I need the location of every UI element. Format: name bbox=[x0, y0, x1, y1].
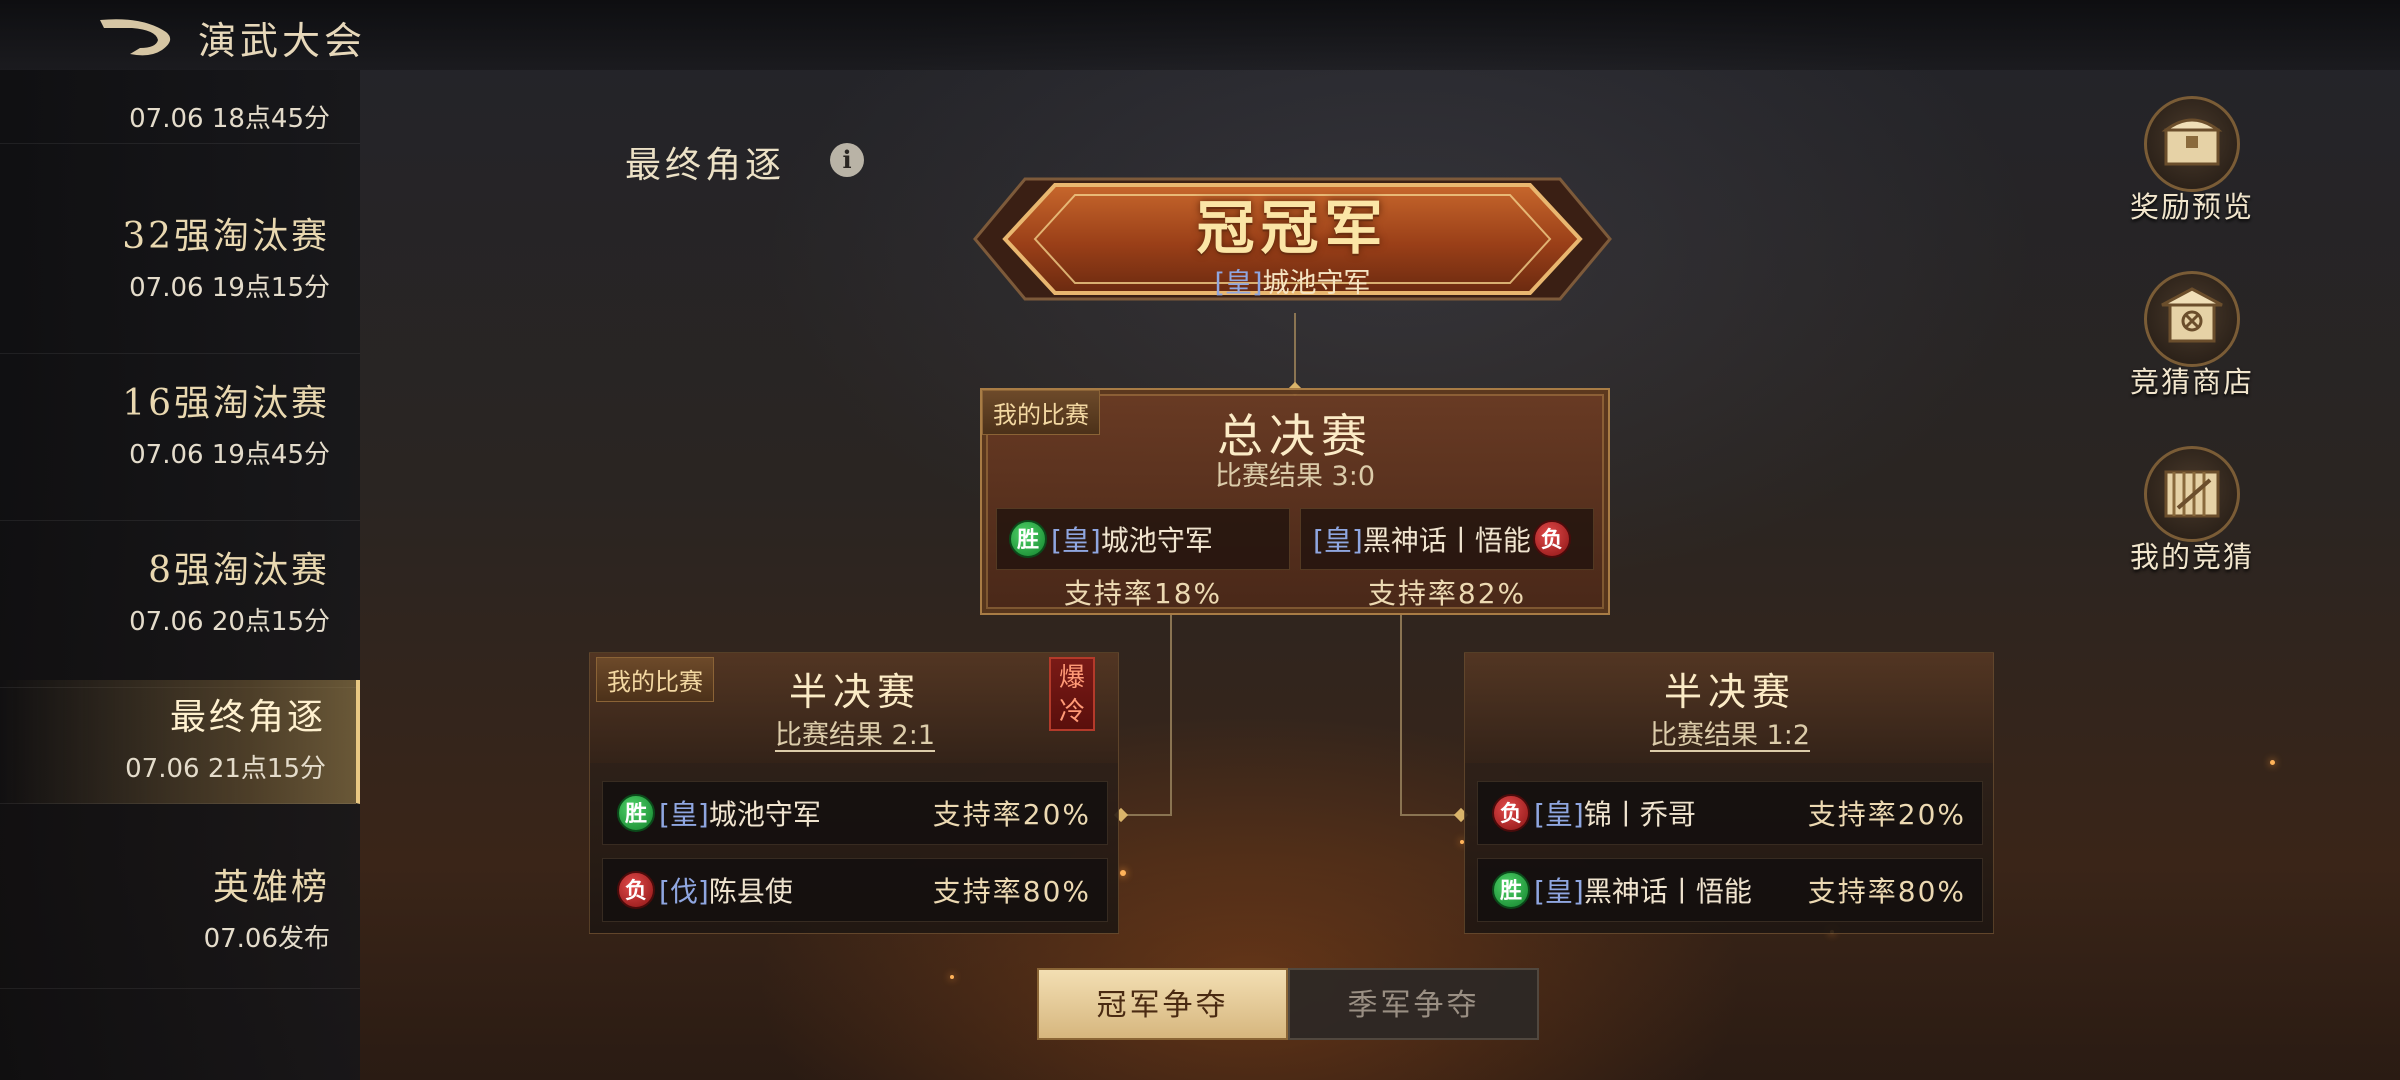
guild-tag: [皇] bbox=[1313, 524, 1363, 557]
support-rate: 支持率20% bbox=[1807, 798, 1966, 831]
sidebar-item-time: 07.06 19点15分 bbox=[129, 273, 330, 303]
info-icon[interactable]: i bbox=[830, 143, 864, 177]
win-badge-icon: 胜 bbox=[1009, 520, 1047, 558]
final-team-right[interactable]: [皇] 黑神话丨悟能 负 bbox=[1300, 508, 1594, 570]
sidebar-item-label: 最终角逐 bbox=[169, 697, 326, 738]
lose-badge-icon: 负 bbox=[1532, 520, 1571, 558]
sidebar-item-hero-ranking[interactable]: 英雄榜 07.06发布 bbox=[0, 822, 360, 989]
sidebar-item-label: 英雄榜 bbox=[212, 867, 330, 908]
sidebar-item-previous[interactable]: 07.06 18点45分 bbox=[0, 70, 360, 144]
betting-scroll-icon bbox=[2144, 446, 2240, 542]
top-bar: 演武大会 bbox=[0, 0, 2400, 70]
support-rate: 支持率80% bbox=[1807, 875, 1966, 908]
sidebar-item-label: 32强淘汰赛 bbox=[122, 216, 330, 257]
semifinal-result: 比赛结果 2:1 bbox=[774, 720, 936, 751]
bracket-line bbox=[1294, 313, 1296, 388]
upset-char: 冷 bbox=[1058, 697, 1085, 727]
guild-tag: [皇] bbox=[659, 798, 709, 831]
team-name: 黑神话丨悟能 bbox=[1583, 875, 1752, 908]
sidebar-item-top16[interactable]: 16强淘汰赛 07.06 19点45分 bbox=[0, 354, 360, 521]
bracket-line bbox=[1400, 615, 1402, 815]
champion-title: 冠冠军 bbox=[1196, 194, 1389, 262]
team-name: 陈县使 bbox=[708, 875, 793, 908]
ember-particle bbox=[2270, 760, 2275, 765]
semifinal-result: 比赛结果 1:2 bbox=[1649, 720, 1811, 751]
sidebar-item-time: 07.06 21点15分 bbox=[125, 754, 326, 784]
sidebar-item-time: 07.06 19点45分 bbox=[129, 440, 330, 470]
sidebar-item-time: 07.06 20点15分 bbox=[129, 607, 330, 637]
tab-third-place[interactable]: 季军争夺 bbox=[1288, 968, 1539, 1040]
final-result: 比赛结果 3:0 bbox=[1214, 461, 1376, 492]
sidebar: 07.06 18点45分 32强淘汰赛 07.06 19点15分 16强淘汰赛 … bbox=[0, 70, 360, 1080]
semifinal-left-card[interactable]: 我的比赛 半决赛 比赛结果 2:1 爆 冷 胜 [皇] 城池守军 支持率20% 负… bbox=[589, 652, 1119, 934]
guild-tag: [皇] bbox=[1534, 875, 1584, 908]
guild-tag: [皇] bbox=[1534, 798, 1584, 831]
final-support-right: 支持率82% bbox=[1367, 577, 1527, 610]
bracket-line bbox=[1170, 615, 1172, 815]
bracket-line bbox=[1400, 814, 1460, 816]
ember-particle bbox=[950, 975, 954, 979]
guild-tag: [皇] bbox=[1214, 268, 1263, 299]
final-match-card[interactable]: 我的比赛 总决赛 比赛结果 3:0 胜 [皇] 城池守军 [皇] 黑神话丨悟能 负 … bbox=[980, 388, 1610, 615]
sidebar-item-label: 8强淘汰赛 bbox=[148, 550, 330, 591]
upset-char: 爆 bbox=[1058, 663, 1085, 693]
team-name: 锦丨乔哥 bbox=[1583, 798, 1696, 831]
betting-shop-button[interactable]: 竞猜商店 bbox=[2117, 271, 2267, 401]
semifinal-title: 半决赛 bbox=[1663, 670, 1796, 714]
semifinal-title: 半决赛 bbox=[788, 670, 921, 714]
semifinal-row[interactable]: 负 [伐] 陈县使 支持率80% bbox=[602, 858, 1108, 922]
win-badge-icon: 胜 bbox=[617, 794, 655, 832]
team-name: 城池守军 bbox=[1100, 524, 1213, 557]
semifinal-row[interactable]: 胜 [皇] 黑神话丨悟能 支持率80% bbox=[1477, 858, 1983, 922]
sidebar-item-time: 07.06发布 bbox=[203, 924, 330, 954]
team-name: 城池守军 bbox=[1262, 268, 1371, 299]
lose-badge-icon: 负 bbox=[617, 871, 655, 909]
semifinal-row[interactable]: 胜 [皇] 城池守军 支持率20% bbox=[602, 781, 1108, 845]
my-bets-button[interactable]: 我的竞猜 bbox=[2117, 446, 2267, 576]
guild-tag: [皇] bbox=[1051, 524, 1101, 557]
champion-team: [皇]城池守军 bbox=[965, 261, 1620, 300]
shop-shrine-icon bbox=[2144, 271, 2240, 367]
semifinal-row[interactable]: 负 [皇] 锦丨乔哥 支持率20% bbox=[1477, 781, 1983, 845]
lose-badge-icon: 负 bbox=[1492, 794, 1530, 832]
bracket-tabs: 冠军争夺 季军争夺 bbox=[1037, 968, 1539, 1040]
bracket-line bbox=[1122, 814, 1172, 816]
support-rate: 支持率20% bbox=[932, 798, 1091, 831]
sidebar-item-label: 16强淘汰赛 bbox=[122, 383, 330, 424]
upset-badge: 爆 冷 bbox=[1049, 657, 1095, 731]
tab-championship[interactable]: 冠军争夺 bbox=[1037, 968, 1288, 1040]
champion-plaque: 冠冠军 [皇]城池守军 bbox=[965, 165, 1620, 313]
sidebar-item-top32[interactable]: 32强淘汰赛 07.06 19点15分 bbox=[0, 187, 360, 354]
sidebar-item-top8[interactable]: 8强淘汰赛 07.06 20点15分 bbox=[0, 521, 360, 688]
final-support-left: 支持率18% bbox=[1063, 577, 1223, 610]
sidebar-item-final[interactable]: 最终角逐 07.06 21点15分 bbox=[0, 680, 360, 804]
team-name: 黑神话丨悟能 bbox=[1362, 524, 1531, 557]
semifinal-right-card[interactable]: 半决赛 比赛结果 1:2 负 [皇] 锦丨乔哥 支持率20% 胜 [皇] 黑神话丨悟… bbox=[1464, 652, 1994, 934]
final-team-left[interactable]: 胜 [皇] 城池守军 bbox=[996, 508, 1290, 570]
ember-particle bbox=[1120, 870, 1126, 876]
reward-preview-button[interactable]: 奖励预览 bbox=[2117, 96, 2267, 226]
section-title: 最终角逐 bbox=[625, 145, 786, 186]
sidebar-item-time: 07.06 18点45分 bbox=[129, 104, 330, 134]
guild-tag: [伐] bbox=[659, 875, 709, 908]
back-button[interactable] bbox=[96, 14, 176, 58]
team-name: 城池守军 bbox=[708, 798, 821, 831]
support-rate: 支持率80% bbox=[932, 875, 1091, 908]
back-arrow-icon bbox=[100, 19, 171, 56]
treasure-chest-icon bbox=[2144, 96, 2240, 192]
win-badge-icon: 胜 bbox=[1492, 871, 1530, 909]
app-title: 演武大会 bbox=[198, 19, 367, 63]
